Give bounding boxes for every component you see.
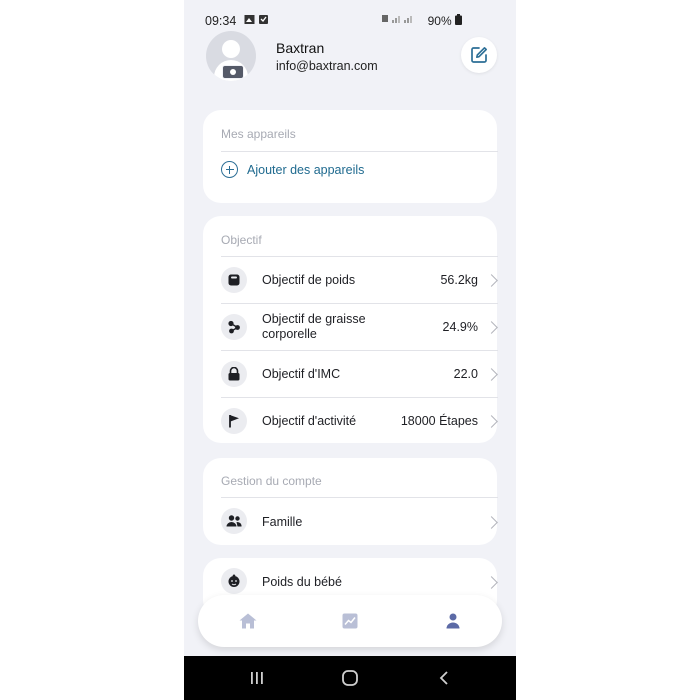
scale-icon: [221, 267, 247, 293]
recent-apps-button[interactable]: [247, 668, 267, 688]
battery-indicator: 90%: [428, 14, 462, 28]
objective-activity-label: Objectif d'activité: [262, 414, 357, 428]
objective-bmi-value: 22.0: [453, 367, 478, 381]
camera-icon[interactable]: [222, 65, 244, 79]
battery-level: 90%: [427, 14, 452, 28]
objectives-section-title: Objectif: [221, 233, 262, 247]
divider: [221, 151, 498, 152]
chevron-right-icon: [485, 274, 498, 287]
objective-body-fat-label: Objectif de graisse corporelle: [262, 312, 366, 342]
objective-body-fat-label-line1: Objectif de graisse: [262, 312, 366, 326]
edit-icon: [471, 47, 487, 63]
objective-bmi-row[interactable]: Objectif d'IMC 22.0: [221, 351, 498, 397]
user-icon: [446, 613, 460, 629]
system-navigation-bar: [184, 656, 516, 700]
objective-weight-row[interactable]: Objectif de poids 56.2kg: [221, 257, 498, 303]
chevron-right-icon: [485, 576, 498, 589]
chart-icon: [342, 613, 358, 629]
chevron-right-icon: [485, 368, 498, 381]
signal-icon: [382, 13, 416, 27]
objective-bmi-label: Objectif d'IMC: [262, 367, 341, 381]
home-circle-icon: [342, 670, 358, 686]
chevron-right-icon: [485, 415, 498, 428]
battery-icon: [455, 14, 462, 25]
body-fat-icon: [221, 314, 247, 340]
bmi-icon: [221, 361, 247, 387]
add-devices-button[interactable]: Ajouter des appareils: [221, 161, 364, 178]
status-time: 09:34: [205, 14, 237, 28]
devices-card: Mes appareils Ajouter des appareils: [203, 110, 498, 203]
objective-body-fat-value: 24.9%: [442, 320, 478, 334]
back-icon: [439, 671, 448, 685]
family-row[interactable]: Famille: [221, 498, 498, 544]
objective-activity-row[interactable]: Objectif d'activité 18000 Étapes: [221, 398, 498, 444]
tab-profile[interactable]: [440, 608, 466, 634]
objective-body-fat-label-line2: corporelle: [262, 327, 317, 341]
back-button[interactable]: [434, 668, 454, 688]
phone-screen: 09:34 90% Baxtran info@baxtran.com Mes a…: [184, 0, 516, 700]
notification-icons: [244, 14, 270, 28]
devices-section-title: Mes appareils: [221, 127, 296, 141]
bottom-tab-bar: [198, 595, 502, 647]
tab-home[interactable]: [235, 608, 261, 634]
baby-weight-label: Poids du bébé: [262, 575, 342, 589]
home-nav-button[interactable]: [340, 668, 360, 688]
account-card: Gestion du compte Famille: [203, 458, 498, 545]
avatar-head-shape: [222, 40, 240, 58]
gallery-icon: [244, 15, 268, 24]
edit-profile-button[interactable]: [461, 37, 497, 73]
objective-activity-value: 18000 Étapes: [400, 414, 478, 428]
objective-weight-label: Objectif de poids: [262, 273, 356, 287]
objective-weight-value: 56.2kg: [440, 273, 478, 287]
family-label: Famille: [262, 515, 303, 529]
tab-charts[interactable]: [337, 608, 363, 634]
add-circle-icon: [221, 161, 238, 178]
add-devices-label: Ajouter des appareils: [247, 162, 365, 177]
objectives-card: Objectif Objectif de poids 56.2kg Object…: [203, 216, 498, 444]
baby-icon: [221, 568, 247, 594]
family-icon: [221, 508, 247, 534]
account-section-title: Gestion du compte: [221, 474, 322, 488]
chevron-right-icon: [485, 516, 498, 529]
profile-email: info@baxtran.com: [276, 59, 378, 73]
chevron-right-icon: [485, 321, 498, 334]
flag-icon: [221, 408, 247, 434]
recent-apps-icon: [251, 672, 263, 684]
objective-body-fat-row[interactable]: Objectif de graisse corporelle 24.9%: [221, 304, 498, 350]
home-icon: [239, 613, 257, 629]
profile-name: Baxtran: [276, 40, 325, 56]
